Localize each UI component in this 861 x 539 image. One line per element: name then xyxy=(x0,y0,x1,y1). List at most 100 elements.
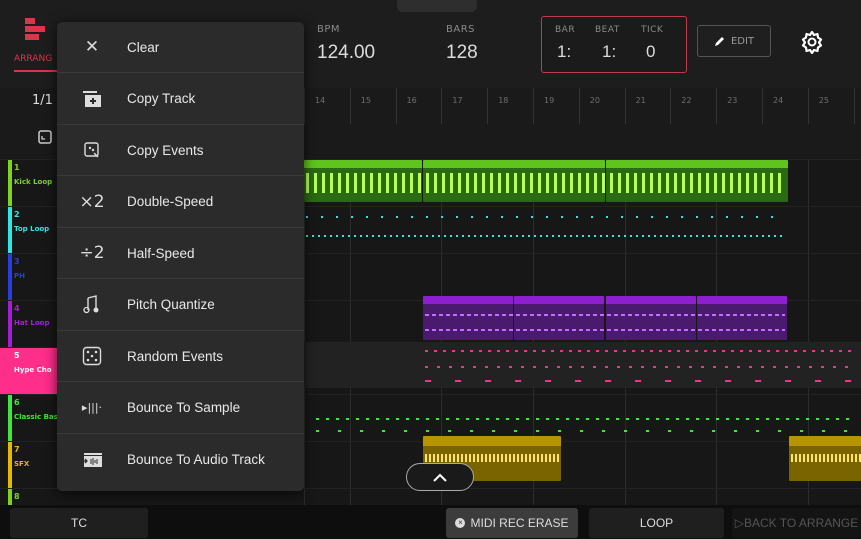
bars-label: BARS xyxy=(446,24,475,35)
track-name: SFX xyxy=(14,460,30,468)
menu-item-label: Bounce To Sample xyxy=(127,400,241,415)
ruler-bar-line xyxy=(487,88,489,124)
hat-loop-clip[interactable] xyxy=(697,296,787,340)
bounce-audio-track-icon xyxy=(57,452,127,468)
sfx-waveform xyxy=(425,454,559,462)
ruler-bar-number: 16 xyxy=(406,96,417,105)
loop-label: LOOP xyxy=(639,516,674,530)
edit-label: EDIT xyxy=(730,35,755,47)
ruler-bar-line xyxy=(853,88,855,124)
hat-loop-clip[interactable] xyxy=(423,296,513,340)
menu-item-random-events[interactable]: Random Events xyxy=(57,331,304,382)
menu-item-close[interactable]: ✕ Clear xyxy=(57,22,304,73)
menu-item-bounce-sample[interactable]: ▸|||· Bounce To Sample xyxy=(57,383,304,434)
track-label[interactable]: 6 Classic Bas xyxy=(0,395,60,441)
track-name: PH xyxy=(14,272,25,280)
ruler-bar-line xyxy=(762,88,763,124)
track-number: 1 xyxy=(14,163,20,172)
zoom-fit-icon[interactable] xyxy=(38,130,52,144)
page-indicator: 1/1 xyxy=(32,93,53,108)
back-to-arrange-button[interactable]: ▷BACK TO ARRANGE xyxy=(732,508,861,538)
ruler-bar-number: 20 xyxy=(589,96,600,105)
menu-item-half-speed[interactable]: ÷2 Half-Speed xyxy=(57,228,304,279)
ruler-bar-line xyxy=(807,88,809,124)
ruler-bar-number: 14 xyxy=(315,96,326,105)
ruler-bar-number: 22 xyxy=(681,96,692,105)
track-name: Kick Loop xyxy=(14,178,53,186)
top-loop-notes xyxy=(306,216,786,218)
menu-item-label: Copy Track xyxy=(127,91,196,106)
double-speed-icon: ×2 xyxy=(79,191,105,212)
beat-label: BEAT xyxy=(595,25,620,35)
tick-label: TICK xyxy=(641,25,664,35)
track-name: Hat Loop xyxy=(14,319,50,327)
arrange-label: ARRANG xyxy=(14,54,53,64)
track-edit-menu: ✕ Clear Copy Track Copy Events ×2 Double-Spee… xyxy=(57,22,304,491)
ruler-bar-number: 18 xyxy=(498,96,509,105)
bass-notes xyxy=(316,430,856,432)
sfx-waveform xyxy=(791,454,861,462)
menu-item-pitch-quantize[interactable]: Pitch Quantize xyxy=(57,280,304,331)
hat-loop-clip[interactable] xyxy=(514,296,604,340)
track-label[interactable]: 3 PH xyxy=(0,254,60,300)
midi-rec-erase-label: MIDI REC ERASE xyxy=(470,516,569,530)
menu-item-copy-events[interactable]: Copy Events xyxy=(57,125,304,176)
edit-button[interactable]: EDIT xyxy=(697,25,771,57)
track-number: 8 xyxy=(14,492,20,501)
hype-chord-notes xyxy=(425,380,855,382)
arrange-screen: ARRANG BPM 124.00 BARS 128 BAR BEAT TICK… xyxy=(0,0,861,539)
arrange-icon xyxy=(25,18,45,40)
hype-chord-notes xyxy=(425,350,855,352)
chevron-up-icon xyxy=(433,473,447,482)
copy-track-icon xyxy=(57,90,127,108)
track-label[interactable]: 7 SFX xyxy=(0,442,60,488)
menu-item-bounce-audio-track[interactable]: Bounce To Audio Track xyxy=(57,434,304,485)
hype-chord-notes xyxy=(425,366,855,368)
ruler-bar-line xyxy=(578,88,580,124)
menu-item-label: Random Events xyxy=(127,348,224,364)
track-label[interactable]: 4 Hat Loop xyxy=(0,301,60,347)
ruler-bar-line xyxy=(304,88,305,124)
bpm-value[interactable]: 124.00 xyxy=(317,42,375,64)
gear-icon[interactable] xyxy=(800,30,824,54)
ruler-bar-line xyxy=(670,88,672,124)
menu-item-label: Double-Speed xyxy=(127,194,214,209)
bar-label: BAR xyxy=(555,25,576,35)
top-notch[interactable] xyxy=(397,0,477,12)
track-label[interactable]: 2 Top Loop xyxy=(0,207,60,253)
tick-value: 0 xyxy=(646,42,656,61)
loop-button[interactable]: LOOP xyxy=(589,508,724,538)
ruler-bar-line xyxy=(395,88,397,124)
ruler-bar-number: 17 xyxy=(452,96,463,105)
track-label[interactable]: 5 Hype Cho xyxy=(0,348,60,394)
menu-item-copy-track[interactable]: Copy Track xyxy=(57,74,304,125)
track-name: Top Loop xyxy=(14,225,50,233)
track-number: 3 xyxy=(14,257,20,266)
half-speed-icon: ÷2 xyxy=(79,243,105,263)
arrange-tab[interactable]: ARRANG xyxy=(0,14,60,74)
menu-item-label: Bounce To Audio Track xyxy=(127,452,265,467)
ruler-bar-line xyxy=(441,88,443,124)
ruler-bar-line xyxy=(716,88,718,124)
hat-loop-notes xyxy=(425,314,785,316)
ruler-bar-number: 19 xyxy=(544,96,555,105)
position-display[interactable]: BAR BEAT TICK 1: 1: 0 xyxy=(541,16,687,73)
ruler-bar-line xyxy=(624,88,626,124)
ruler-bar-number: 21 xyxy=(635,96,646,105)
bottom-bar: TC × MIDI REC ERASE LOOP ▷BACK TO ARRANG… xyxy=(0,505,861,539)
bars-value[interactable]: 128 xyxy=(446,42,478,64)
midi-rec-erase-button[interactable]: × MIDI REC ERASE xyxy=(446,508,578,538)
collapse-button[interactable] xyxy=(406,463,474,491)
hat-loop-clip[interactable] xyxy=(606,296,696,340)
ruler-bar-number: 24 xyxy=(773,96,784,105)
menu-item-label: Pitch Quantize xyxy=(127,297,215,312)
track-number: 4 xyxy=(14,304,20,313)
track-name: Hype Cho xyxy=(14,366,52,374)
track-label[interactable]: 1 Kick Loop xyxy=(0,160,60,206)
menu-item-double-speed[interactable]: ×2 Double-Speed xyxy=(57,177,304,228)
bounce-sample-icon: ▸|||· xyxy=(81,401,103,414)
tc-button[interactable]: TC xyxy=(10,508,148,538)
ruler-bar-number: 23 xyxy=(727,96,738,105)
menu-item-label: Clear xyxy=(127,39,160,55)
track-name: Classic Bas xyxy=(14,413,58,421)
